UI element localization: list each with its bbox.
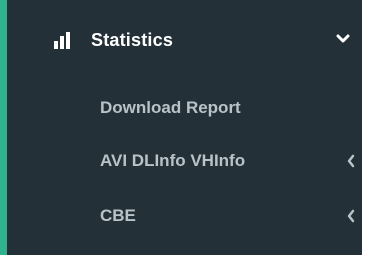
- chevron-left-icon: [347, 209, 355, 223]
- submenu-item-label: AVI DLInfo VHInfo: [100, 151, 246, 170]
- chevron-down-icon: [336, 34, 350, 43]
- submenu-item-label: CBE: [100, 206, 136, 225]
- submenu-item-avi-dlinfo-vhinfo[interactable]: AVI DLInfo VHInfo: [7, 141, 362, 181]
- active-accent-bar: [0, 0, 7, 255]
- submenu-item-download-report[interactable]: Download Report: [7, 88, 362, 128]
- submenu-item-label: Download Report: [100, 98, 241, 117]
- menu-group-title: Statistics: [91, 30, 174, 50]
- bar-chart-icon: [54, 32, 70, 49]
- sidebar-right-edge: [362, 0, 366, 255]
- submenu-item-cbe[interactable]: CBE: [7, 196, 362, 236]
- sidebar-menu: Statistics Download Report AVI DLInfo VH…: [0, 0, 366, 255]
- chevron-left-icon: [347, 154, 355, 168]
- menu-group-statistics[interactable]: Statistics: [7, 8, 362, 70]
